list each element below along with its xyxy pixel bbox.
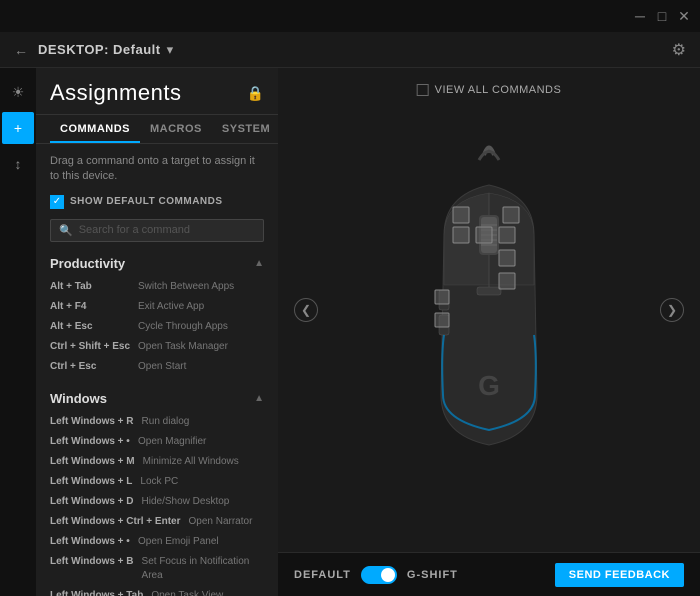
list-item[interactable]: Left Windows + L Lock PC: [50, 472, 264, 492]
command-desc: Lock PC: [140, 475, 178, 489]
command-desc: Switch Between Apps: [138, 280, 234, 294]
sidebar-title: Assignments: [50, 80, 181, 106]
search-icon: 🔍: [59, 224, 73, 237]
command-key: Left Windows + R: [50, 415, 134, 429]
command-key: Alt + F4: [50, 300, 130, 314]
dpi-button[interactable]: ↕: [2, 148, 34, 180]
command-desc: Cycle Through Apps: [138, 320, 228, 334]
command-key: Alt + Esc: [50, 320, 130, 334]
mouse-container: G: [389, 135, 589, 485]
command-key: Alt + Tab: [50, 280, 130, 294]
title-bar: ─ □ ✕: [0, 0, 700, 32]
command-list-windows: Left Windows + R Run dialog Left Windows…: [50, 412, 264, 596]
main-content: VIEW ALL COMMANDS ❮: [278, 68, 700, 596]
icon-bar: ☀ + ↕: [0, 68, 36, 596]
mouse-illustration: G: [389, 135, 589, 485]
default-label: DEFAULT: [294, 569, 351, 581]
command-key: Left Windows + D: [50, 495, 134, 509]
command-key: Left Windows + •: [50, 535, 130, 549]
bottom-bar: DEFAULT G-SHIFT SEND FEEDBACK: [278, 552, 700, 596]
mouse-area: ❮: [278, 68, 700, 552]
show-default-label: SHOW DEFAULT COMMANDS: [70, 196, 223, 207]
section-windows: Windows ▲: [50, 391, 264, 406]
nav-right-button[interactable]: ❯: [660, 298, 684, 322]
desktop-dropdown-icon[interactable]: ▾: [167, 42, 174, 58]
tab-macros[interactable]: MACROS: [140, 115, 212, 143]
command-desc: Hide/Show Desktop: [142, 495, 230, 509]
back-button[interactable]: ←: [14, 42, 28, 58]
command-desc: Open Magnifier: [138, 435, 206, 449]
list-item[interactable]: Alt + F4 Exit Active App: [50, 297, 264, 317]
list-item[interactable]: Alt + Esc Cycle Through Apps: [50, 317, 264, 337]
list-item[interactable]: Left Windows + M Minimize All Windows: [50, 452, 264, 472]
command-key: Ctrl + Shift + Esc: [50, 340, 130, 354]
list-item[interactable]: Left Windows + Ctrl + Enter Open Narrato…: [50, 512, 264, 532]
command-key: Left Windows + M: [50, 455, 135, 469]
maximize-button[interactable]: □: [654, 8, 670, 24]
command-desc: Open Start: [138, 360, 186, 374]
profile-toggle: DEFAULT G-SHIFT: [294, 566, 458, 584]
close-button[interactable]: ✕: [676, 8, 692, 24]
list-item[interactable]: Left Windows + • Open Magnifier: [50, 432, 264, 452]
header-nav: ← DESKTOP: Default ▾ ⚙: [0, 32, 700, 68]
command-key: Left Windows + Ctrl + Enter: [50, 515, 180, 529]
command-desc: Open Task Manager: [138, 340, 228, 354]
sidebar-tabs: COMMANDS MACROS SYSTEM: [36, 115, 278, 144]
sidebar-content: Drag a command onto a target to assign i…: [36, 144, 278, 596]
drag-hint: Drag a command onto a target to assign i…: [50, 154, 264, 185]
show-default-checkbox[interactable]: [50, 195, 64, 209]
list-item[interactable]: Left Windows + B Set Focus in Notificati…: [50, 552, 264, 586]
command-desc: Exit Active App: [138, 300, 204, 314]
list-item[interactable]: Ctrl + Esc Open Start: [50, 357, 264, 377]
window-controls: ─ □ ✕: [632, 8, 692, 24]
brightness-button[interactable]: ☀: [2, 76, 34, 108]
command-desc: Set Focus in Notification Area: [142, 555, 264, 583]
command-desc: Open Task View: [151, 589, 223, 596]
list-item[interactable]: Left Windows + D Hide/Show Desktop: [50, 492, 264, 512]
command-key: Ctrl + Esc: [50, 360, 130, 374]
assign-button[interactable]: +: [2, 112, 34, 144]
command-key: Left Windows + Tab: [50, 589, 143, 596]
list-item[interactable]: Left Windows + R Run dialog: [50, 412, 264, 432]
list-item[interactable]: Left Windows + Tab Open Task View: [50, 586, 264, 596]
list-item[interactable]: Ctrl + Shift + Esc Open Task Manager: [50, 337, 264, 357]
toggle-knob: [381, 568, 395, 582]
sidebar-header: Assignments 🔒: [36, 68, 278, 115]
lock-icon: 🔒: [247, 85, 264, 102]
minimize-button[interactable]: ─: [632, 8, 648, 24]
gshift-label: G-SHIFT: [407, 569, 458, 581]
command-desc: Minimize All Windows: [143, 455, 239, 469]
send-feedback-button[interactable]: SEND FEEDBACK: [555, 563, 684, 587]
chevron-productivity[interactable]: ▲: [254, 258, 264, 269]
nav-left-button[interactable]: ❮: [294, 298, 318, 322]
command-desc: Open Narrator: [188, 515, 252, 529]
command-desc: Run dialog: [142, 415, 190, 429]
command-desc: Open Emoji Panel: [138, 535, 219, 549]
list-item[interactable]: Left Windows + • Open Emoji Panel: [50, 532, 264, 552]
sidebar: Assignments 🔒 COMMANDS MACROS SYSTEM Dra…: [36, 68, 278, 596]
profile-toggle-switch[interactable]: [361, 566, 397, 584]
tab-commands[interactable]: COMMANDS: [50, 115, 140, 143]
section-productivity: Productivity ▲: [50, 256, 264, 271]
command-list-productivity: Alt + Tab Switch Between Apps Alt + F4 E…: [50, 277, 264, 377]
settings-button[interactable]: ⚙: [672, 40, 686, 60]
command-key: Left Windows + B: [50, 555, 134, 583]
section-productivity-label: Productivity: [50, 256, 125, 271]
tab-system[interactable]: SYSTEM: [212, 115, 278, 143]
show-default-row[interactable]: SHOW DEFAULT COMMANDS: [50, 195, 264, 209]
svg-text:G: G: [478, 370, 500, 401]
search-box[interactable]: 🔍: [50, 219, 264, 242]
search-input[interactable]: [79, 224, 255, 236]
list-item[interactable]: Alt + Tab Switch Between Apps: [50, 277, 264, 297]
desktop-label: DESKTOP: Default: [38, 42, 161, 57]
app-container: ☀ + ↕ Assignments 🔒 COMMANDS MACROS SYST…: [0, 68, 700, 596]
section-windows-label: Windows: [50, 391, 107, 406]
command-key: Left Windows + L: [50, 475, 132, 489]
chevron-windows[interactable]: ▲: [254, 393, 264, 404]
command-key: Left Windows + •: [50, 435, 130, 449]
